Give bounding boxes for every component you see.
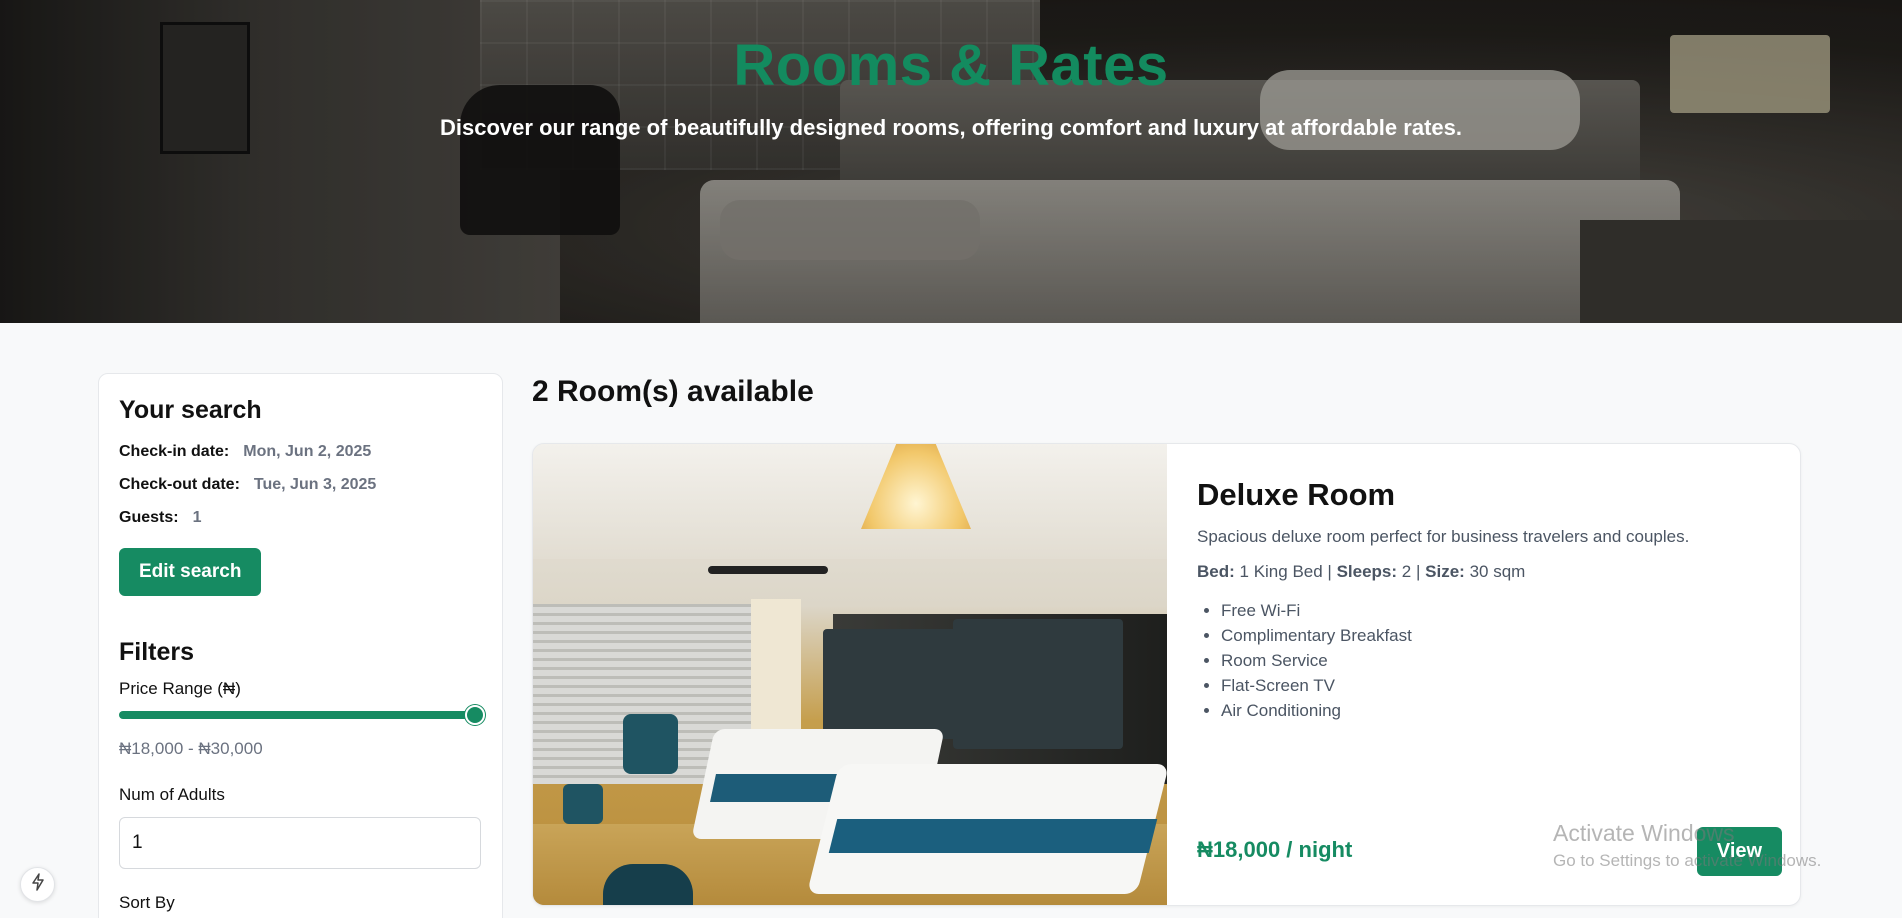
checkin-row: Check-in date: Mon, Jun 2, 2025 [119, 443, 482, 461]
price-range-slider-handle[interactable] [465, 705, 485, 725]
num-adults-input[interactable]: 1 [119, 817, 481, 869]
lightning-icon [30, 873, 46, 896]
checkin-label: Check-in date: [119, 443, 230, 460]
room-card: Deluxe Room Spacious deluxe room perfect… [532, 443, 1801, 906]
size-value: 30 sqm [1469, 562, 1526, 581]
room-price: ₦18,000 / night [1197, 837, 1353, 862]
bed-value: 1 King Bed [1239, 562, 1323, 581]
price-range-value: ₦18,000 - ₦30,000 [119, 739, 263, 758]
room-photo [533, 444, 1167, 905]
sleeps-value: 2 [1401, 562, 1412, 581]
size-label: Size: [1425, 562, 1465, 581]
checkin-value: Mon, Jun 2, 2025 [243, 443, 372, 460]
num-adults-value: 1 [132, 832, 143, 853]
search-sidebar: Your search Check-in date: Mon, Jun 2, 2… [98, 373, 503, 918]
room-details: Deluxe Room Spacious deluxe room perfect… [1197, 444, 1787, 905]
room-description: Spacious deluxe room perfect for busines… [1197, 527, 1690, 546]
guests-label: Guests: [119, 509, 179, 526]
room-name: Deluxe Room [1197, 477, 1396, 512]
price-range-label: Price Range (₦) [119, 679, 241, 698]
amenities-list: Free Wi-Fi Complimentary Breakfast Room … [1221, 601, 1412, 726]
price-range-slider[interactable] [119, 705, 485, 725]
page-subtitle: Discover our range of beautifully design… [440, 115, 1462, 140]
amenity-item: Air Conditioning [1221, 701, 1412, 721]
sort-by-label: Sort By [119, 893, 175, 912]
edit-search-button[interactable]: Edit search [119, 548, 262, 596]
hero-banner: Rooms & Rates Discover our range of beau… [0, 0, 1902, 323]
checkout-value: Tue, Jun 3, 2025 [253, 476, 377, 493]
page-title: Rooms & Rates [733, 33, 1169, 98]
rooms-available-count: 2 Room(s) available [532, 375, 814, 408]
num-adults-label: Num of Adults [119, 785, 225, 804]
amenity-item: Complimentary Breakfast [1221, 626, 1412, 646]
view-room-button[interactable]: View [1697, 827, 1782, 876]
sleeps-label: Sleeps: [1336, 562, 1398, 581]
checkout-label: Check-out date: [119, 476, 240, 493]
room-specs: Bed: 1 King Bed | Sleeps: 2 | Size: 30 s… [1197, 562, 1526, 581]
amenity-item: Free Wi-Fi [1221, 601, 1412, 621]
your-search-heading: Your search [119, 396, 262, 424]
filters-heading: Filters [119, 638, 195, 666]
guests-value: 1 [192, 509, 202, 526]
amenity-item: Flat-Screen TV [1221, 676, 1412, 696]
lightning-button[interactable] [20, 867, 55, 902]
amenity-item: Room Service [1221, 651, 1412, 671]
bed-label: Bed: [1197, 562, 1235, 581]
guests-row: Guests: 1 [119, 509, 482, 527]
checkout-row: Check-out date: Tue, Jun 3, 2025 [119, 476, 482, 494]
